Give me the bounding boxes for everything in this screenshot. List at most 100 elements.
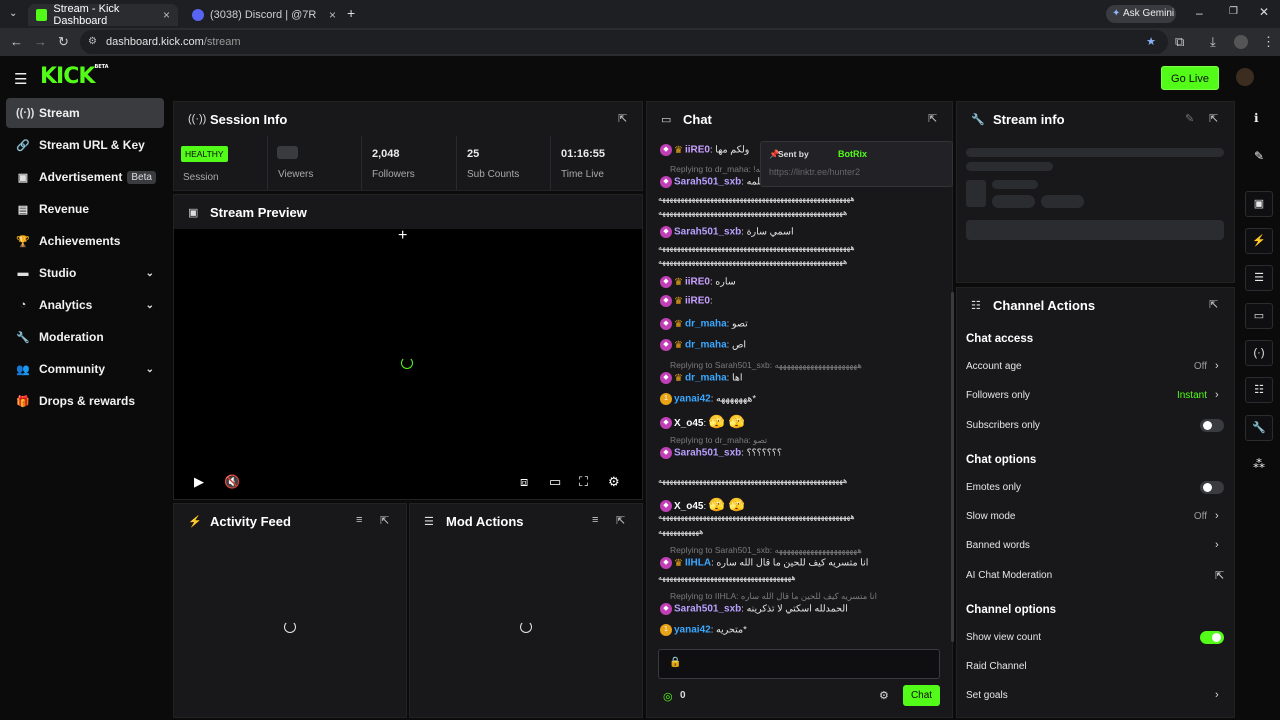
chat-message[interactable]: ◆ ♛ IIHLA: انا متسريه كيف للحين ما قال الل… <box>660 557 945 569</box>
username[interactable]: Sarah501_sxb <box>674 177 741 188</box>
username[interactable]: X_o45 <box>674 501 703 512</box>
chat-message[interactable]: 1 yanai42: متحريه* <box>660 624 945 636</box>
username[interactable]: dr_maha <box>685 319 727 330</box>
chat-message[interactable]: ◆ X_o45: 🫣 🫣 <box>660 497 945 513</box>
username[interactable]: iiRE0 <box>685 277 710 288</box>
popout-icon[interactable]: ⇱ <box>380 514 389 527</box>
close-tab-icon[interactable]: × <box>163 8 170 22</box>
rail-activity-button[interactable]: ⚡ <box>1245 228 1273 254</box>
username[interactable]: Sarah501_sxb <box>674 448 741 459</box>
hamburger-menu-icon[interactable]: ☰ <box>14 70 27 88</box>
theater-icon[interactable]: ▭ <box>549 474 561 490</box>
kick-logo[interactable]: KICKBETA <box>40 64 109 89</box>
tab-search-icon[interactable]: ⌄ <box>9 8 17 19</box>
fullscreen-icon[interactable]: ⛶ <box>579 474 588 490</box>
chat-message[interactable]: 1 yanai42: هههههههه* <box>660 393 945 405</box>
external-link-icon[interactable]: ⇱ <box>1215 569 1224 582</box>
sidebar-item-analytics[interactable]: ◔ Analytics ⌄ <box>6 290 164 320</box>
chevron-down-icon[interactable]: ⌄ <box>146 364 154 375</box>
username[interactable]: dr_maha <box>685 340 727 351</box>
chevron-right-icon[interactable]: › <box>1215 389 1219 401</box>
popout-icon[interactable]: ⇱ <box>1209 112 1218 125</box>
chat-message[interactable]: ◆ Sarah501_sxb: الحمدلله اسكتي لا تذكرينه <box>660 603 945 615</box>
reload-icon[interactable]: ↻ <box>58 34 69 50</box>
url-field[interactable]: ⚙ dashboard.kick.com/stream ★ <box>80 30 1168 54</box>
username[interactable]: Sarah501_sxb <box>674 604 741 615</box>
sidebar-item-achievements[interactable]: 🏆 Achievements <box>6 226 164 256</box>
settings-gear-icon[interactable]: ⚙ <box>608 474 620 490</box>
filter-icon[interactable]: ≡ <box>356 514 362 526</box>
username[interactable]: yanai42 <box>674 625 711 636</box>
chevron-down-icon[interactable]: ⌄ <box>146 268 154 279</box>
setting-account-age[interactable]: Account age <box>966 361 1022 372</box>
site-info-icon[interactable]: ⚙ <box>88 30 97 54</box>
username[interactable]: dr_maha <box>685 373 727 384</box>
setting-set-goals[interactable]: Set goals <box>966 690 1008 701</box>
popout-icon[interactable]: ⇱ <box>616 514 625 527</box>
username[interactable]: iiRE0 <box>685 296 710 307</box>
setting-subscribers-only[interactable]: Subscribers only <box>966 420 1040 431</box>
pinned-bot-message[interactable]: 📌 Sent by BotRix https://linktr.ee/hunte… <box>760 141 953 187</box>
profile-avatar[interactable] <box>1234 35 1248 49</box>
rail-session-button[interactable]: (·) <box>1245 340 1273 366</box>
sidebar-item-community[interactable]: 👥 Community ⌄ <box>6 354 164 384</box>
setting-followers-only[interactable]: Followers only <box>966 390 1030 401</box>
setting-emotes-only[interactable]: Emotes only <box>966 482 1021 493</box>
browser-menu-icon[interactable]: ⋮ <box>1262 34 1275 50</box>
go-live-button[interactable]: Go Live <box>1161 66 1219 90</box>
sidebar-item-stream[interactable]: ((·)) Stream <box>6 98 164 128</box>
bookmark-star-icon[interactable]: ★ <box>1146 30 1156 54</box>
username[interactable]: X_o45 <box>674 418 703 429</box>
rail-channel-actions-button[interactable]: ☷ <box>1245 377 1273 403</box>
chevron-right-icon[interactable]: › <box>1215 510 1219 522</box>
sidebar-item-advertisement[interactable]: ▣ Advertisement Beta <box>6 162 164 192</box>
chevron-right-icon[interactable]: › <box>1215 360 1219 372</box>
send-chat-button[interactable]: Chat <box>903 685 940 706</box>
show-view-count-toggle[interactable] <box>1200 631 1224 644</box>
forward-icon[interactable]: → <box>34 34 47 49</box>
chat-message[interactable]: ◆ X_o45: 🫣 🫣 <box>660 414 945 430</box>
rail-preview-button[interactable]: ▣ <box>1245 191 1273 217</box>
setting-banned-words[interactable]: Banned words <box>966 540 1030 551</box>
extensions-icon[interactable]: ⧉ <box>1175 34 1184 50</box>
setting-raid-channel[interactable]: Raid Channel <box>966 661 1027 672</box>
play-icon[interactable]: ▶ <box>194 474 204 490</box>
maximize-icon[interactable]: ❐ <box>1229 6 1238 17</box>
chat-message[interactable]: ◆ ♛ iiRE0: <box>660 295 945 307</box>
rail-stream-info-button[interactable]: 🔧 <box>1245 415 1273 441</box>
ask-gemini-button[interactable]: ✦ Ask Gemini <box>1106 5 1176 23</box>
username[interactable]: iiRE0 <box>685 145 710 156</box>
sidebar-item-drops-rewards[interactable]: 🎁 Drops & rewards <box>6 386 164 416</box>
back-icon[interactable]: ← <box>10 34 23 49</box>
chevron-down-icon[interactable]: ⌄ <box>146 300 154 311</box>
rail-mod-actions-button[interactable]: ☰ <box>1245 265 1273 291</box>
close-window-icon[interactable]: ✕ <box>1259 5 1269 19</box>
minimize-icon[interactable]: – <box>1196 6 1203 20</box>
tab-kick-dashboard[interactable]: Stream - Kick Dashboard × <box>28 3 178 27</box>
sidebar-item-studio[interactable]: ▬ Studio ⌄ <box>6 258 164 288</box>
username[interactable]: IIHLA <box>685 558 711 569</box>
chevron-right-icon[interactable]: › <box>1215 539 1219 551</box>
chat-input[interactable]: 🔒 <box>658 649 940 679</box>
pip-icon[interactable]: ⧈ <box>520 474 528 490</box>
info-icon[interactable]: ℹ <box>1254 111 1259 125</box>
emotes-only-toggle[interactable] <box>1200 481 1224 494</box>
new-tab-icon[interactable]: + <box>347 5 355 21</box>
subscribers-only-toggle[interactable] <box>1200 419 1224 432</box>
edit-pencil-icon[interactable]: ✎ <box>1185 112 1194 125</box>
chevron-right-icon[interactable]: › <box>1215 689 1219 701</box>
rail-chat-button[interactable]: ▭ <box>1245 303 1273 329</box>
chat-message[interactable]: ◆ Sarah501_sxb: اسمي سارة <box>660 226 945 238</box>
close-tab-icon[interactable]: × <box>329 8 336 22</box>
chat-message[interactable]: ◆ ♛ iiRE0: ساره <box>660 276 945 288</box>
chat-message[interactable]: ◆ ♛ dr_maha: اص <box>660 339 945 351</box>
sidebar-item-moderation[interactable]: 🔧 Moderation <box>6 322 164 352</box>
setting-ai-chat-moderation[interactable]: AI Chat Moderation <box>966 570 1052 581</box>
bot-link[interactable]: https://linktr.ee/hunter2 <box>769 167 860 177</box>
edit-icon[interactable]: ✎ <box>1254 149 1264 163</box>
filter-icon[interactable]: ≡ <box>592 514 598 526</box>
popout-icon[interactable]: ⇱ <box>618 112 627 125</box>
username[interactable]: yanai42 <box>674 394 711 405</box>
username[interactable]: Sarah501_sxb <box>674 227 741 238</box>
chat-message[interactable]: ◆ ♛ dr_maha: تصو <box>660 318 945 330</box>
